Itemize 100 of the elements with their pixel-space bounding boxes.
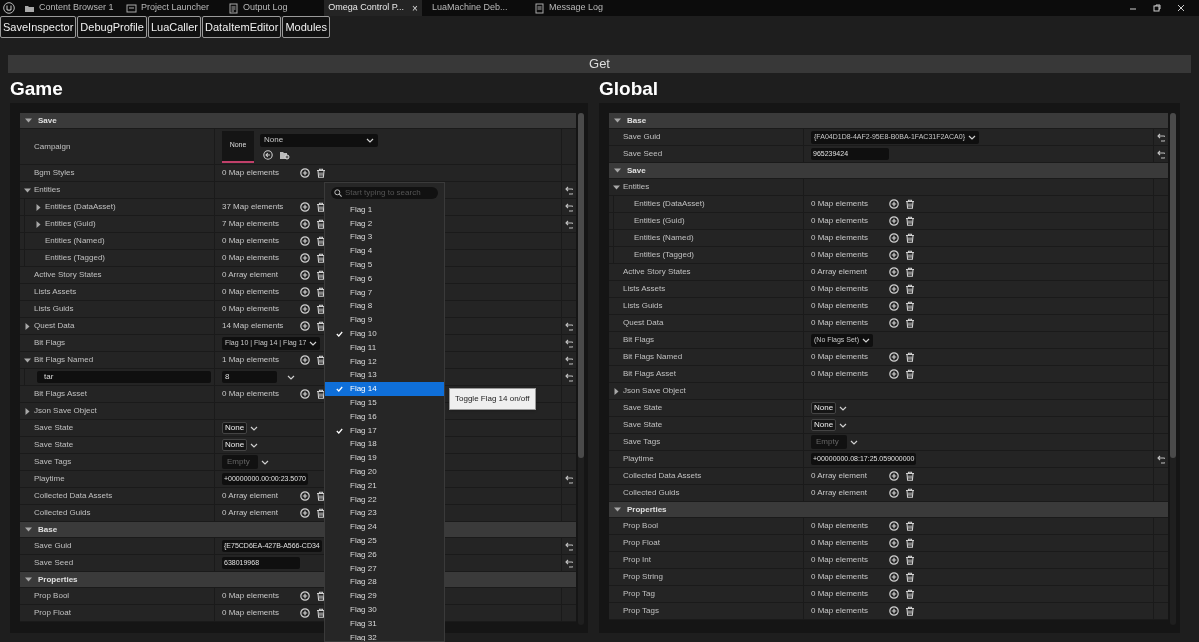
toolbar-button[interactable]: DebugProfile: [77, 16, 147, 38]
flag-menu-item[interactable]: Flag 8: [325, 299, 444, 314]
close-icon[interactable]: ×: [412, 0, 418, 16]
add-icon[interactable]: [889, 521, 899, 531]
add-icon[interactable]: [889, 538, 899, 548]
editor-tab[interactable]: Omega Control P... ×: [324, 0, 422, 16]
flag-menu-item[interactable]: Flag 20: [325, 465, 444, 479]
add-icon[interactable]: [300, 236, 310, 246]
delete-icon[interactable]: [905, 572, 915, 582]
flag-menu-item[interactable]: Flag 22: [325, 492, 444, 507]
delete-icon[interactable]: [316, 508, 326, 518]
delete-icon[interactable]: [905, 216, 915, 226]
enum-dropdown[interactable]: None: [222, 439, 248, 451]
collapse-arrow-icon[interactable]: [613, 166, 622, 175]
collapse-arrow-icon[interactable]: [24, 116, 33, 125]
collapse-arrow-icon[interactable]: [613, 116, 622, 125]
section-header[interactable]: Save: [20, 113, 576, 129]
flag-menu-item[interactable]: Flag 6: [325, 272, 444, 286]
flag-menu-item[interactable]: Flag 14: [325, 382, 444, 397]
editor-tab[interactable]: Content Browser 1: [18, 0, 116, 16]
delete-icon[interactable]: [316, 253, 326, 263]
value-field[interactable]: 8: [222, 371, 277, 383]
enum-dropdown[interactable]: None: [811, 419, 837, 431]
toolbar-button[interactable]: DataItemEditor: [202, 16, 282, 38]
add-icon[interactable]: [300, 591, 310, 601]
add-icon[interactable]: [889, 488, 899, 498]
flag-menu-item[interactable]: Flag 29: [325, 589, 444, 604]
reset-icon[interactable]: [565, 321, 573, 331]
flag-menu-item[interactable]: Flag 1: [325, 203, 444, 217]
delete-icon[interactable]: [316, 202, 326, 212]
delete-icon[interactable]: [905, 471, 915, 481]
add-icon[interactable]: [300, 304, 310, 314]
add-icon[interactable]: [889, 233, 899, 243]
reset-icon[interactable]: [565, 541, 573, 551]
reset-icon[interactable]: [1157, 149, 1165, 159]
flag-menu-item[interactable]: Flag 15: [325, 396, 444, 410]
reset-icon[interactable]: [565, 185, 573, 195]
flag-menu-item[interactable]: Flag 18: [325, 437, 444, 452]
editor-tab[interactable]: LuaMachine Deb...: [426, 0, 524, 16]
scrollbar[interactable]: [1170, 113, 1176, 625]
add-icon[interactable]: [889, 284, 899, 294]
toolbar-button[interactable]: Modules: [282, 16, 330, 38]
add-icon[interactable]: [889, 318, 899, 328]
expand-arrow-icon[interactable]: [34, 219, 43, 229]
flag-menu-item[interactable]: Flag 12: [325, 354, 444, 369]
reset-icon[interactable]: [565, 219, 573, 229]
asset-dropdown[interactable]: None: [260, 133, 378, 147]
flag-menu-item[interactable]: Flag 19: [325, 451, 444, 466]
collapse-arrow-icon[interactable]: [24, 525, 33, 534]
section-header[interactable]: Properties: [609, 502, 1168, 518]
restore-icon[interactable]: [1153, 4, 1161, 12]
flag-menu-item[interactable]: Flag 4: [325, 244, 444, 259]
flag-menu-item[interactable]: Flag 28: [325, 575, 444, 590]
caret-icon[interactable]: [287, 373, 295, 381]
delete-icon[interactable]: [316, 608, 326, 618]
delete-icon[interactable]: [905, 589, 915, 599]
add-icon[interactable]: [889, 555, 899, 565]
flag-menu-item[interactable]: Flag 7: [325, 285, 444, 300]
delete-icon[interactable]: [316, 219, 326, 229]
flag-menu-item[interactable]: Flag 9: [325, 313, 444, 328]
toolbar-button[interactable]: LuaCaller: [147, 16, 201, 38]
delete-icon[interactable]: [316, 321, 326, 331]
expand-arrow-icon[interactable]: [612, 386, 621, 396]
flag-menu-item[interactable]: Flag 5: [325, 258, 444, 272]
caret-icon[interactable]: [850, 438, 858, 446]
delete-icon[interactable]: [905, 352, 915, 362]
editor-tab[interactable]: Message Log: [528, 0, 626, 16]
delete-icon[interactable]: [905, 538, 915, 548]
add-icon[interactable]: [889, 369, 899, 379]
flag-menu-item[interactable]: Flag 10: [325, 327, 444, 341]
delete-icon[interactable]: [316, 491, 326, 501]
expand-arrow-icon[interactable]: [34, 202, 43, 212]
use-selected-icon[interactable]: [263, 149, 273, 160]
add-icon[interactable]: [889, 216, 899, 226]
collapse-arrow-icon[interactable]: [613, 505, 622, 514]
delete-icon[interactable]: [316, 591, 326, 601]
reset-icon[interactable]: [565, 372, 573, 382]
add-icon[interactable]: [889, 199, 899, 209]
flag-menu-item[interactable]: Flag 3: [325, 230, 444, 245]
flag-menu-item[interactable]: Flag 32: [325, 630, 444, 641]
flag-menu-item[interactable]: Flag 26: [325, 547, 444, 562]
editor-tab[interactable]: Output Log: [222, 0, 320, 16]
delete-icon[interactable]: [905, 301, 915, 311]
add-icon[interactable]: [300, 321, 310, 331]
add-icon[interactable]: [889, 471, 899, 481]
delete-icon[interactable]: [905, 199, 915, 209]
add-icon[interactable]: [300, 355, 310, 365]
expand-arrow-icon[interactable]: [23, 406, 32, 416]
flag-menu-item[interactable]: Flag 24: [325, 520, 444, 535]
delete-icon[interactable]: [316, 355, 326, 365]
add-icon[interactable]: [300, 608, 310, 618]
delete-icon[interactable]: [905, 233, 915, 243]
add-icon[interactable]: [300, 202, 310, 212]
flag-menu-item[interactable]: Flag 23: [325, 506, 444, 521]
add-icon[interactable]: [889, 589, 899, 599]
enum-dropdown[interactable]: None: [222, 422, 248, 434]
section-header[interactable]: Base: [609, 113, 1168, 129]
add-icon[interactable]: [300, 253, 310, 263]
reset-icon[interactable]: [1157, 454, 1165, 464]
flag-menu-item[interactable]: Flag 17: [325, 423, 444, 438]
